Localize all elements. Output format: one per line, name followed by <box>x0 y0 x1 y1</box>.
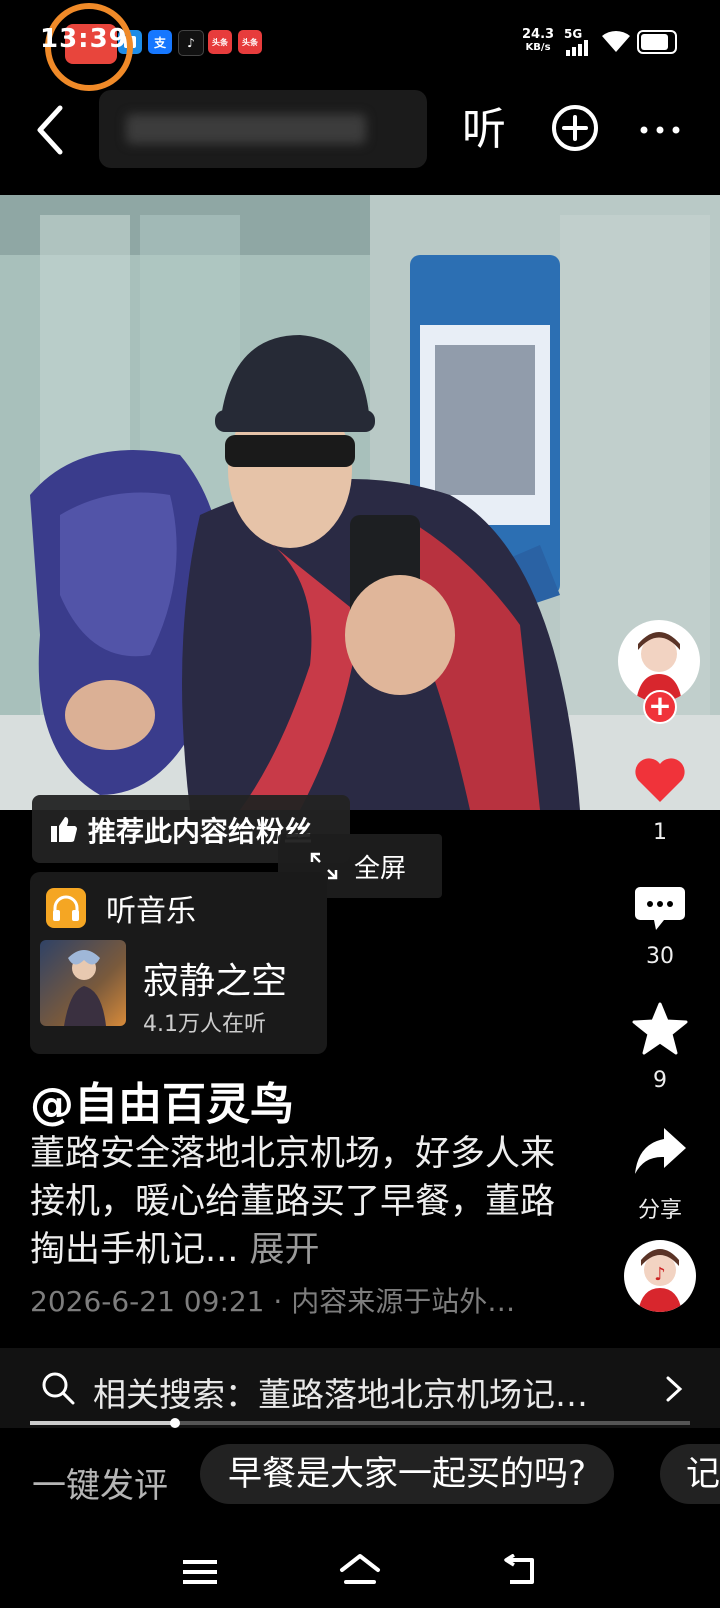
expand-link[interactable]: 展开 <box>250 1230 320 1270</box>
battery-fill <box>641 34 668 50</box>
content-source: · 内容来源于站外… <box>273 1285 516 1318</box>
video-frame-image <box>0 195 720 810</box>
author-name[interactable]: @自由百灵鸟 <box>30 1068 294 1132</box>
network-speed-unit: KB/s <box>525 42 551 53</box>
music-disc-avatar[interactable]: ♪ <box>624 1240 696 1312</box>
album-cover <box>40 940 126 1026</box>
favorite-star-icon[interactable] <box>632 1002 688 1056</box>
listener-count: 4.1万人在听 <box>143 1012 266 1037</box>
like-count: 1 <box>653 820 667 845</box>
song-title: 寂静之空 <box>143 961 288 1002</box>
like-heart-icon[interactable] <box>634 756 686 804</box>
network-speed: 24.3 KB/s <box>522 28 554 54</box>
related-search-bar[interactable]: 相关搜索：董路落地北京机场记… <box>0 1348 720 1428</box>
add-circle-icon[interactable] <box>550 103 600 153</box>
quick-comment-row: 一键发评 早餐是大家一起买的吗? 记 <box>0 1440 720 1512</box>
signal-bars-icon <box>566 40 590 56</box>
toutiao-icon: 头条 <box>208 30 232 54</box>
status-bar: 13:39 支 ♪ 头条 头条 24.3 KB/s 5G <box>0 0 720 91</box>
toutiao-icon: 头条 <box>238 30 262 54</box>
comment-count: 30 <box>646 944 674 969</box>
svg-text:♪: ♪ <box>654 1264 666 1285</box>
comment-suggestion-chip[interactable]: 早餐是大家一起买的吗? <box>200 1444 615 1504</box>
comment-suggestion-chip[interactable]: 记 <box>660 1444 720 1504</box>
network-speed-value: 24.3 <box>522 27 555 42</box>
system-navigation-bar <box>0 1530 720 1608</box>
music-card[interactable]: 听音乐 寂静之空 4.1万人在听 <box>30 872 327 1054</box>
search-box[interactable] <box>99 90 427 168</box>
post-meta: 2026-6-21 09:21 · 内容来源于站外… <box>30 1280 515 1320</box>
video-progress-fill <box>30 1421 176 1425</box>
search-icon <box>42 1372 75 1405</box>
tiktok-icon: ♪ <box>178 30 204 56</box>
alipay-icon: 支 <box>148 30 172 54</box>
quick-comment-prompt[interactable]: 一键发评 <box>32 1458 168 1507</box>
chevron-right-icon <box>666 1376 683 1402</box>
signal-type: 5G <box>564 27 583 41</box>
share-label[interactable]: 分享 <box>620 1192 700 1224</box>
battery-icon <box>637 30 677 54</box>
video-progress-bar[interactable] <box>30 1418 690 1428</box>
related-search-label: 相关搜索：董路落地北京机场记… <box>93 1375 588 1414</box>
headphones-icon <box>46 888 86 928</box>
fullscreen-label: 全屏 <box>354 854 407 884</box>
share-arrow-icon[interactable] <box>632 1126 688 1178</box>
back-arrow-icon[interactable] <box>30 100 76 160</box>
follow-button[interactable]: + <box>643 690 677 724</box>
thumbs-up-icon <box>51 817 77 842</box>
back-nav-icon[interactable] <box>502 1554 538 1588</box>
status-time: 13:39 <box>40 24 128 54</box>
post-date: 2026-6-21 09:21 <box>30 1285 265 1318</box>
favorite-count: 9 <box>653 1068 667 1093</box>
comment-icon[interactable] <box>634 885 686 933</box>
post-description[interactable]: 董路安全落地北京机场，好多人来接机，暖心给董路买了早餐，董路掏出手机记... 展… <box>30 1130 560 1274</box>
wifi-icon <box>602 30 630 52</box>
blurred-search-text <box>126 114 366 144</box>
music-header: 听音乐 <box>106 894 196 929</box>
listen-button[interactable]: 听 <box>462 100 506 160</box>
menu-icon[interactable] <box>183 1558 217 1586</box>
home-icon[interactable] <box>338 1552 382 1588</box>
video-player[interactable] <box>0 195 720 810</box>
more-options-icon[interactable] <box>638 110 682 150</box>
